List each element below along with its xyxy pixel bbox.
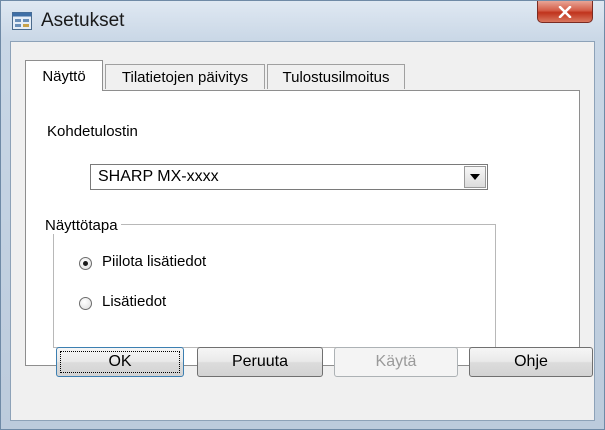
tab-status-update[interactable]: Tilatietojen päivitys (105, 64, 265, 89)
display-mode-group (53, 224, 496, 348)
apply-button-label: Käytä (375, 353, 417, 370)
tab-print-notification[interactable]: Tulostusilmoitus (267, 64, 405, 89)
radio-show-details[interactable] (79, 297, 92, 310)
cancel-button[interactable]: Peruuta (197, 347, 323, 377)
ok-button[interactable]: OK (56, 347, 184, 377)
tab-status-update-label: Tilatietojen päivitys (121, 68, 249, 86)
window-title: Asetukset (41, 10, 125, 31)
target-printer-select[interactable]: SHARP MX-xxxx (90, 164, 488, 190)
ok-button-label: OK (108, 353, 132, 370)
radio-hide-details-label[interactable]: Piilota lisätiedot (102, 253, 206, 270)
radio-selected-dot (83, 261, 88, 266)
settings-dialog: Asetukset Näyttö Tilatietojen päivitys T… (0, 0, 605, 430)
tab-print-notification-label: Tulostusilmoitus (282, 68, 390, 86)
radio-show-details-label[interactable]: Lisätiedot (102, 293, 166, 310)
close-x-icon (558, 5, 572, 18)
cancel-button-label: Peruuta (231, 353, 289, 370)
settings-app-icon (12, 12, 32, 30)
tab-display[interactable]: Näyttö (25, 60, 103, 91)
display-mode-legend: Näyttötapa (42, 217, 121, 234)
title-bar[interactable]: Asetukset (1, 1, 605, 41)
tab-panel-display: Kohdetulostin SHARP MX-xxxx Näyttötapa P… (25, 90, 580, 366)
help-button[interactable]: Ohje (469, 347, 593, 377)
target-printer-value: SHARP MX-xxxx (98, 168, 219, 185)
apply-button: Käytä (334, 347, 458, 377)
radio-hide-details[interactable] (79, 257, 92, 270)
target-printer-label: Kohdetulostin (47, 123, 138, 140)
help-button-label: Ohje (514, 353, 548, 370)
close-button[interactable] (537, 1, 593, 23)
dropdown-button[interactable] (464, 166, 486, 188)
tab-display-label: Näyttö (42, 67, 86, 85)
chevron-down-icon (470, 174, 480, 180)
